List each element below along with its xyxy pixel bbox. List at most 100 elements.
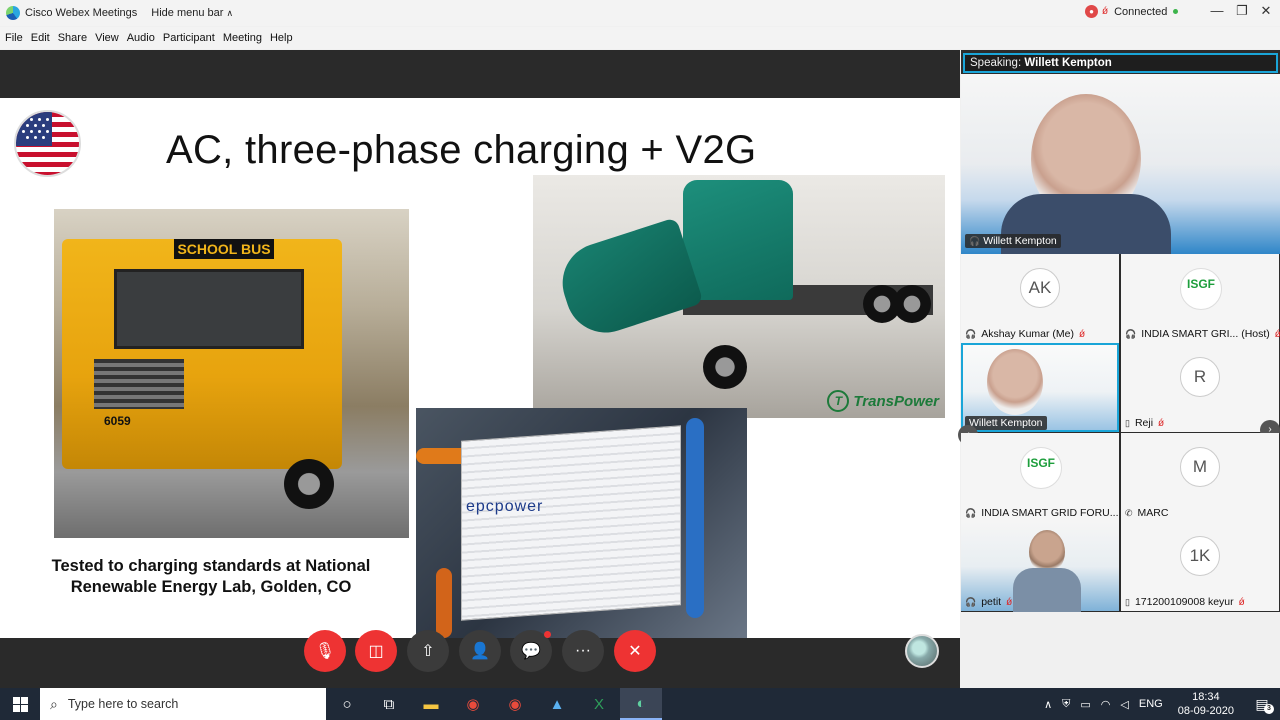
taskbar-search-input[interactable]: ⌕ Type here to search — [40, 688, 326, 720]
active-speaker-video[interactable]: 🎧 Willett Kempton — [961, 74, 1280, 254]
cortana-icon[interactable]: ○ — [326, 688, 368, 720]
epc-power-logo: epcpower — [466, 498, 544, 515]
connection-status: ● ǿ Connected — [1085, 5, 1179, 18]
participant-tile[interactable]: R ▯ Reji ǿ — [1121, 343, 1279, 432]
show-hidden-icons-icon[interactable]: ∧ — [1044, 698, 1052, 711]
minimize-icon[interactable]: — — [1207, 3, 1227, 18]
audio-icon: 🎧 — [1125, 328, 1137, 339]
hide-menu-label: Hide menu bar — [151, 7, 224, 19]
slide-title: AC, three-phase charging + V2G — [166, 128, 757, 172]
audio-icon: 🎧 — [969, 235, 981, 246]
participant-tile[interactable]: ISGF 🎧 INDIA SMART GRI... (Host) ǿ — [1121, 254, 1280, 343]
language-indicator[interactable]: ENG — [1139, 698, 1163, 710]
participant-tile[interactable]: M ✆ MARC — [1121, 433, 1279, 522]
file-explorer-icon[interactable]: ▬ — [410, 688, 452, 720]
participant-tile[interactable]: ISGF 🎧INDIA SMART GRID FORU...ǿ — [961, 433, 1130, 522]
record-icon: ● — [1085, 5, 1098, 18]
phone-icon: ▯ — [1125, 596, 1130, 607]
video-off-icon: ◫ — [368, 643, 384, 660]
menu-participant[interactable]: Participant — [163, 32, 215, 44]
menu-audio[interactable]: Audio — [127, 32, 155, 44]
transpower-logo: T TransPower — [827, 390, 939, 412]
speaker-name-tag: 🎧 Willett Kempton — [965, 234, 1061, 248]
mic-off-icon: ǿ — [1102, 6, 1109, 17]
mic-muted-icon: ǿ — [1238, 596, 1245, 608]
windows-taskbar: ⌕ Type here to search ○ ⧉ ▬ ◉ ◉ ▲ X ◐ ∧ ⛨… — [0, 688, 1280, 720]
audio-icon: 🎧 — [965, 328, 977, 339]
start-button[interactable] — [0, 688, 40, 720]
avatar: 1K — [1180, 536, 1220, 576]
clock[interactable]: 18:34 08-09-2020 — [1178, 690, 1234, 718]
battery-icon[interactable]: ▭ — [1080, 698, 1090, 711]
connected-dot-icon — [1173, 9, 1179, 14]
mic-muted-icon: ǿ — [1274, 328, 1280, 340]
audio-icon: 🎧 — [965, 507, 977, 518]
presenter-avatar-icon — [905, 634, 939, 668]
participants-button[interactable]: 👤 — [459, 630, 501, 672]
menu-edit[interactable]: Edit — [31, 32, 50, 44]
system-tray: ∧ ⛨ ▭ ◠ ◁ ENG 18:34 08-09-2020 ▤ 3 — [1039, 688, 1280, 720]
mic-muted-icon: ǿ — [1006, 596, 1013, 608]
participant-tile[interactable]: 🎧 petit ǿ — [961, 522, 1119, 612]
shared-content-area: AC, three-phase charging + V2G SCHOOL BU… — [0, 50, 960, 688]
bus-number: 6059 — [104, 414, 131, 428]
webex-logo-icon — [6, 6, 20, 20]
stop-video-button[interactable]: ◫ — [355, 630, 397, 672]
participant-tile[interactable]: 1K ▯ 171200109008 keyur ǿ — [1121, 522, 1279, 611]
security-icon[interactable]: ⛨ — [1062, 698, 1070, 711]
excel-icon[interactable]: X — [578, 688, 620, 720]
search-icon: ⌕ — [50, 695, 58, 712]
task-view-icon[interactable]: ⧉ — [368, 688, 410, 720]
avatar: AK — [1020, 268, 1060, 308]
more-icon: ··· — [575, 642, 591, 659]
title-bar: Cisco Webex Meetings Hide menu bar ∧ ● ǿ … — [0, 0, 1280, 26]
menu-share[interactable]: Share — [58, 32, 87, 44]
school-bus-photo: SCHOOL BUS 6059 — [54, 209, 409, 538]
chrome-profile-icon[interactable]: ◉ — [494, 688, 536, 720]
avatar: R — [1180, 357, 1220, 397]
chrome-icon[interactable]: ◉ — [452, 688, 494, 720]
mute-button[interactable]: 🎙 — [304, 630, 346, 672]
notification-center-icon[interactable]: ▤ 3 — [1244, 696, 1280, 714]
app-title: Cisco Webex Meetings — [25, 7, 138, 19]
presentation-slide: AC, three-phase charging + V2G SCHOOL BU… — [0, 98, 960, 668]
leave-meeting-button[interactable]: ✕ — [614, 630, 656, 672]
phone-icon: ✆ — [1125, 507, 1133, 518]
isgf-logo-icon: ISGF — [1020, 447, 1062, 489]
menu-meeting[interactable]: Meeting — [223, 32, 262, 44]
us-flag-icon — [14, 110, 81, 177]
slide-caption: Tested to charging standards at National… — [51, 557, 371, 596]
participants-icon: 👤 — [470, 643, 490, 660]
connection-status-text: Connected — [1114, 5, 1168, 18]
chat-notification-dot — [544, 631, 551, 638]
chevron-up-icon: ∧ — [226, 8, 234, 18]
mic-off-icon: 🎙 — [314, 643, 336, 660]
participant-tile[interactable]: AK 🎧 Akshay Kumar (Me) ǿ — [961, 254, 1119, 343]
transpower-truck-photo: T TransPower — [533, 175, 945, 418]
share-icon: ⇧ — [421, 643, 435, 660]
isgf-logo-icon: ISGF — [1180, 268, 1222, 310]
hide-menu-bar-button[interactable]: Hide menu bar ∧ — [151, 7, 233, 19]
wifi-icon[interactable]: ◠ — [1101, 698, 1111, 711]
more-options-button[interactable]: ··· — [562, 630, 604, 672]
close-icon[interactable]: ✕ — [1256, 3, 1276, 19]
menu-view[interactable]: View — [95, 32, 119, 44]
chat-icon: 💬 — [521, 643, 541, 660]
volume-icon[interactable]: ◁ — [1120, 698, 1128, 711]
menu-file[interactable]: File — [5, 32, 23, 44]
phone-icon: ▯ — [1125, 417, 1130, 428]
mic-muted-icon: ǿ — [1158, 417, 1165, 429]
photos-icon[interactable]: ▲ — [536, 688, 578, 720]
webex-taskbar-icon[interactable]: ◐ — [620, 688, 662, 720]
audio-icon: 🎧 — [965, 596, 977, 607]
menu-bar: File Edit Share View Audio Participant M… — [0, 27, 1280, 49]
avatar: M — [1180, 447, 1220, 487]
share-button[interactable]: ⇧ — [407, 630, 449, 672]
menu-help[interactable]: Help — [270, 32, 293, 44]
epc-power-unit-photo: epcpower — [416, 408, 747, 638]
mic-muted-icon: ǿ — [1079, 328, 1086, 340]
restore-icon[interactable]: ❐ — [1232, 3, 1252, 19]
close-icon: ✕ — [628, 643, 642, 660]
bus-sign: SCHOOL BUS — [174, 239, 274, 259]
participant-tile[interactable]: Willett Kempton — [961, 343, 1119, 432]
